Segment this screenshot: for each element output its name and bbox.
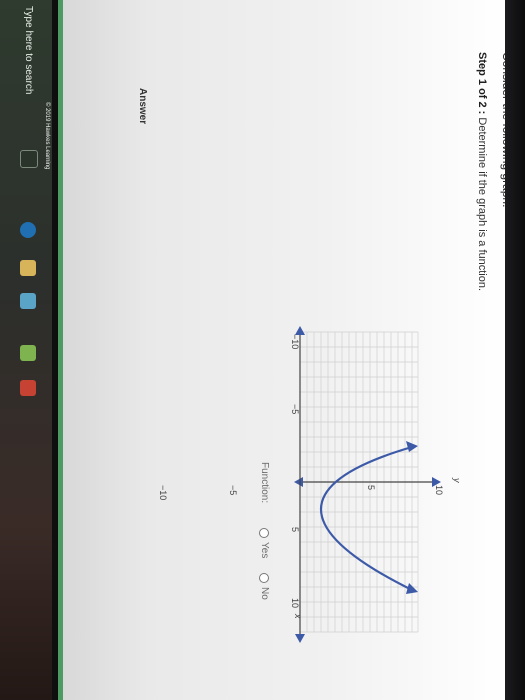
screen: Type here to search © 2019 Hawkes Learni… [0, 0, 525, 700]
tick-x-neg10: −10 [290, 334, 300, 350]
radio-yes[interactable] [259, 528, 270, 538]
option-no-label: No [259, 587, 270, 600]
tick-y-10: 10 [434, 485, 444, 496]
radio-no[interactable] [259, 573, 270, 583]
tick-x-5: 5 [290, 527, 300, 533]
y-axis-label: y [452, 478, 462, 483]
option-no[interactable]: No [259, 573, 270, 600]
tick-y-neg10: −10 [158, 485, 168, 501]
tick-x-10: 10 [290, 598, 300, 609]
tick-y-5: 5 [366, 485, 376, 491]
option-yes-label: Yes [259, 542, 270, 559]
x-axis-label: x [293, 614, 303, 619]
x-axis [295, 326, 305, 643]
function-question: Function: [259, 462, 270, 504]
option-yes[interactable]: Yes [259, 528, 270, 558]
monitor-bezel [505, 0, 525, 700]
tick-y-neg5: −5 [228, 485, 238, 496]
tick-x-neg5: −5 [290, 404, 300, 415]
